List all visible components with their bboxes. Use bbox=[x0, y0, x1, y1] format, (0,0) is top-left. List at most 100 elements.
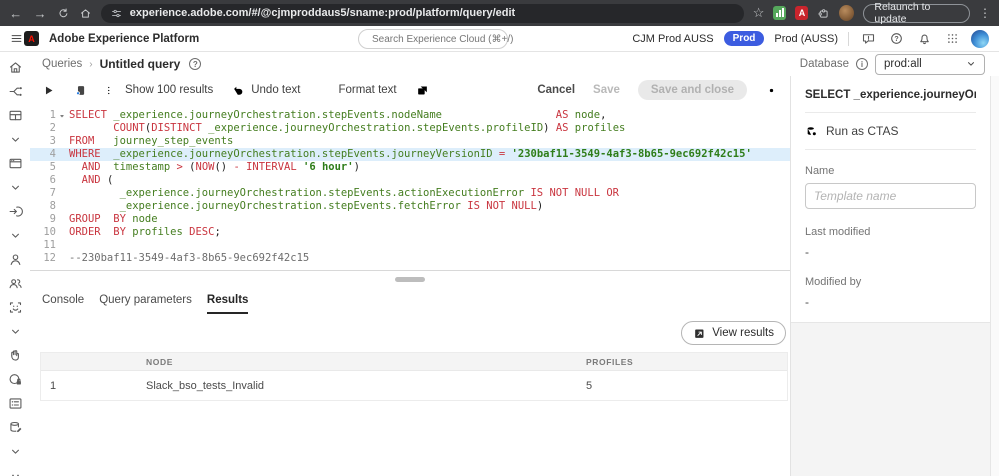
table-header: NODEPROFILES bbox=[41, 353, 787, 370]
code-line-4[interactable]: 4WHERE _experience.journeyOrchestration.… bbox=[30, 148, 790, 161]
resize-handle[interactable] bbox=[395, 277, 425, 282]
address-bar[interactable]: experience.adobe.com/#/@cjmproddaus5/sna… bbox=[101, 4, 744, 23]
code-line-11[interactable]: 11 bbox=[30, 239, 790, 252]
nav-collections[interactable] bbox=[3, 108, 27, 123]
nav-chevron-down-16[interactable] bbox=[3, 444, 27, 459]
undo-text-button[interactable]: Undo text bbox=[232, 84, 300, 97]
url-text: experience.adobe.com/#/@cjmproddaus5/sna… bbox=[130, 7, 515, 19]
tab-results[interactable]: Results bbox=[207, 294, 249, 314]
line-number: 12 bbox=[30, 252, 56, 265]
view-results-label: View results bbox=[712, 327, 774, 339]
nav-sources[interactable] bbox=[3, 204, 27, 219]
cancel-button[interactable]: Cancel bbox=[537, 84, 575, 96]
nav-monitoring[interactable] bbox=[3, 396, 27, 411]
copy-results-icon[interactable] bbox=[74, 84, 87, 97]
run-query-button[interactable] bbox=[42, 84, 55, 97]
user-avatar[interactable] bbox=[971, 30, 989, 48]
code-line-5[interactable]: 5 AND timestamp > (NOW() - INTERVAL '6 h… bbox=[30, 161, 790, 174]
code-line-10[interactable]: 10ORDER BY profiles DESC; bbox=[30, 226, 790, 239]
workflows-icon bbox=[8, 84, 23, 99]
code-line-2[interactable]: 2 COUNT(DISTINCT _experience.journeyOrch… bbox=[30, 122, 790, 135]
query-info-icon[interactable]: ? bbox=[189, 58, 201, 70]
list-icon bbox=[106, 84, 119, 97]
page-title: Untitled query bbox=[100, 57, 181, 71]
extensions-puzzle-icon[interactable] bbox=[817, 7, 830, 20]
browser-profile-avatar[interactable] bbox=[839, 5, 854, 21]
fold-caret[interactable] bbox=[58, 112, 66, 120]
run-as-ctas-button[interactable]: Run as CTAS bbox=[805, 113, 976, 150]
nav-privacy[interactable] bbox=[3, 372, 27, 387]
breadcrumb-separator: › bbox=[89, 59, 92, 70]
code-line-8[interactable]: 8 _experience.journeyOrchestration.stepE… bbox=[30, 200, 790, 213]
app-switcher-button[interactable] bbox=[943, 30, 961, 48]
browser-home-icon[interactable] bbox=[79, 7, 92, 20]
nav-audiences[interactable] bbox=[3, 276, 27, 291]
chevron-down-icon bbox=[8, 324, 23, 339]
nav-chevron-down-7[interactable] bbox=[3, 228, 27, 243]
code-text: AND ( bbox=[56, 174, 113, 187]
code-line-6[interactable]: 6 AND ( bbox=[30, 174, 790, 187]
nav-home[interactable] bbox=[3, 60, 27, 75]
hamburger-menu-icon[interactable] bbox=[10, 32, 23, 45]
nav-workflows[interactable] bbox=[3, 84, 27, 99]
nav-webpage[interactable] bbox=[3, 156, 27, 171]
feedback-button[interactable] bbox=[859, 30, 877, 48]
bottom-tabs: Console Query parameters Results bbox=[30, 288, 790, 314]
page-scrollbar[interactable] bbox=[990, 76, 999, 476]
results-table: NODEPROFILES 1Slack_bso_tests_Invalid5 bbox=[40, 352, 788, 401]
notifications-button[interactable] bbox=[915, 30, 933, 48]
pop-out-icon[interactable] bbox=[416, 84, 429, 97]
show-results-button[interactable]: Show 100 results bbox=[106, 84, 213, 97]
query-toolbar: Show 100 results Undo text Format text bbox=[30, 76, 790, 104]
environment-name[interactable]: Prod (AUSS) bbox=[774, 33, 838, 45]
tab-console[interactable]: Console bbox=[42, 294, 84, 314]
tab-query-parameters[interactable]: Query parameters bbox=[99, 294, 192, 314]
adobe-logo[interactable]: A bbox=[24, 31, 39, 46]
app-header: A Adobe Experience Platform Search Exper… bbox=[0, 26, 999, 52]
code-line-12[interactable]: 12--230baf11-3549-4af3-8b65-9ec692f42c15 bbox=[30, 252, 790, 265]
format-text-button[interactable]: Format text bbox=[319, 84, 396, 97]
code-line-3[interactable]: 3FROM journey_step_events bbox=[30, 135, 790, 148]
nav-chevron-down-5[interactable] bbox=[3, 180, 27, 195]
code-text bbox=[56, 239, 69, 252]
extension-analytics-icon[interactable] bbox=[773, 6, 786, 20]
settings-gear-icon[interactable] bbox=[765, 84, 778, 97]
sql-editor[interactable]: 1SELECT _experience.journeyOrchestration… bbox=[30, 104, 790, 270]
code-line-1[interactable]: 1SELECT _experience.journeyOrchestration… bbox=[30, 109, 790, 122]
nav-queries[interactable] bbox=[3, 420, 27, 435]
forward-icon[interactable]: → bbox=[32, 7, 47, 20]
browser-menu-icon[interactable]: ⋮ bbox=[979, 6, 991, 20]
nav-chevron-down-11[interactable] bbox=[3, 324, 27, 339]
reload-icon[interactable] bbox=[57, 7, 70, 20]
breadcrumb-queries[interactable]: Queries bbox=[42, 58, 82, 70]
nav-offers[interactable] bbox=[3, 348, 27, 363]
extension-adobe-icon[interactable]: A bbox=[795, 6, 808, 20]
search-input[interactable]: Search Experience Cloud (⌘+/) bbox=[358, 29, 508, 49]
nav-chevron-down-3[interactable] bbox=[3, 132, 27, 147]
help-button[interactable]: ? bbox=[887, 30, 905, 48]
format-icon bbox=[319, 84, 332, 97]
code-line-9[interactable]: 9GROUP BY node bbox=[30, 213, 790, 226]
org-name[interactable]: CJM Prod AUSS bbox=[632, 33, 713, 45]
nav-more-17[interactable] bbox=[3, 468, 27, 476]
modified-by-value: - bbox=[805, 295, 976, 309]
back-icon[interactable]: ← bbox=[8, 7, 23, 20]
nav-profiles[interactable] bbox=[3, 252, 27, 267]
help-icon: ? bbox=[889, 31, 904, 46]
nav-identities[interactable] bbox=[3, 300, 27, 315]
collections-icon bbox=[8, 108, 23, 123]
database-info-icon[interactable]: i bbox=[856, 58, 868, 70]
database-value: prod:all bbox=[884, 58, 922, 70]
save-and-close-button[interactable]: Save and close bbox=[638, 80, 747, 100]
column-header: PROFILES bbox=[586, 357, 787, 367]
code-line-7[interactable]: 7 _experience.journeyOrchestration.stepE… bbox=[30, 187, 790, 200]
database-select[interactable]: prod:all bbox=[875, 54, 985, 75]
save-button[interactable]: Save bbox=[593, 84, 620, 96]
view-results-button[interactable]: View results bbox=[681, 321, 786, 345]
privacy-icon bbox=[8, 372, 23, 387]
table-row[interactable]: 1Slack_bso_tests_Invalid5 bbox=[41, 370, 787, 400]
relaunch-button[interactable]: Relaunch to update bbox=[863, 4, 970, 23]
template-name-input[interactable] bbox=[805, 183, 976, 209]
bookmark-star-icon[interactable]: ☆ bbox=[753, 5, 765, 21]
database-gear-icon bbox=[805, 125, 818, 138]
